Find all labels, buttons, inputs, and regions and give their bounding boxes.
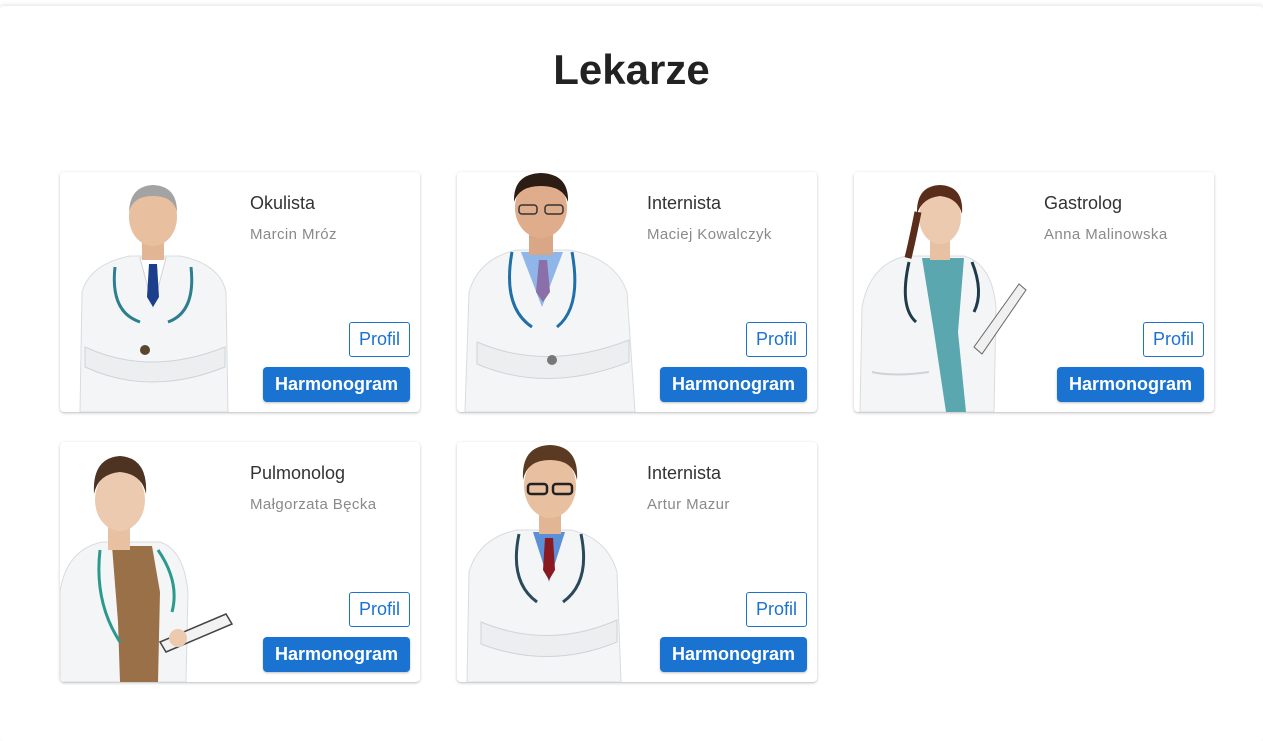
- doctor-photo: [60, 456, 234, 682]
- doctor-photo: [466, 445, 622, 682]
- doctor-name: Artur Mazur: [647, 496, 730, 513]
- doctor-name: Małgorzata Bęcka: [250, 496, 377, 513]
- profile-button[interactable]: Profil: [348, 592, 410, 627]
- doctor-photo: [464, 173, 636, 412]
- schedule-button[interactable]: Harmonogram: [262, 367, 410, 402]
- doctor-photo: [79, 185, 229, 412]
- profile-button[interactable]: Profil: [745, 592, 807, 627]
- schedule-button[interactable]: Harmonogram: [659, 637, 807, 672]
- page-container: Lekarze Okulista Marcin Mróz Profil Harm…: [0, 6, 1263, 741]
- doctor-card: Okulista Marcin Mróz Profil Harmonogram: [60, 172, 420, 412]
- doctor-specialty: Internista: [647, 463, 722, 483]
- profile-button[interactable]: Profil: [1142, 322, 1204, 357]
- doctor-card: Pulmonolog Małgorzata Bęcka Profil Harmo…: [60, 442, 420, 682]
- doctor-specialty: Gastrolog: [1044, 193, 1123, 213]
- doctor-card: Gastrolog Anna Malinowska Profil Harmono…: [854, 172, 1214, 412]
- doctor-card: Internista Artur Mazur Profil Harmonogra…: [457, 442, 817, 682]
- doctor-photo: [859, 185, 1027, 412]
- profile-button[interactable]: Profil: [348, 322, 410, 357]
- doctor-specialty: Pulmonolog: [250, 463, 346, 483]
- schedule-button[interactable]: Harmonogram: [262, 637, 410, 672]
- doctor-name: Marcin Mróz: [250, 226, 337, 243]
- doctor-card: Internista Maciej Kowalczyk Profil Harmo…: [457, 172, 817, 412]
- doctor-specialty: Internista: [647, 193, 722, 213]
- page-title: Lekarze: [553, 46, 710, 93]
- doctor-name: Maciej Kowalczyk: [647, 226, 772, 243]
- profile-button[interactable]: Profil: [745, 322, 807, 357]
- doctor-specialty: Okulista: [250, 193, 316, 213]
- schedule-button[interactable]: Harmonogram: [1056, 367, 1204, 402]
- doctor-name: Anna Malinowska: [1044, 226, 1168, 243]
- schedule-button[interactable]: Harmonogram: [659, 367, 807, 402]
